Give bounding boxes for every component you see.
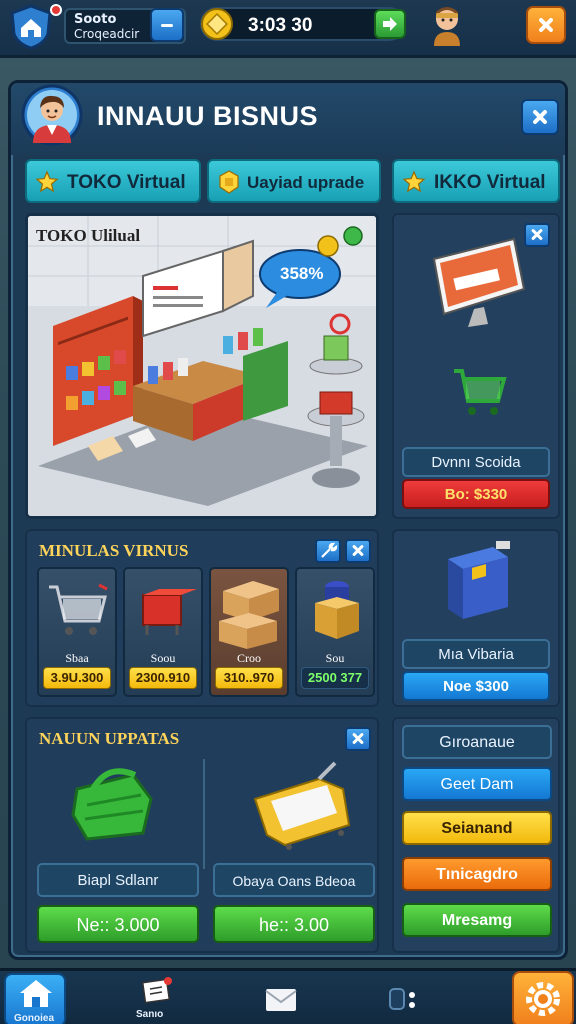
upgrades-section: NAUUN UPPATAS Biapl Sdlanr Ne:: 3.000 Ob… — [25, 717, 379, 953]
upgrade-right-label: Obaya Oans Bdeoa — [213, 863, 375, 897]
star-icon — [35, 170, 59, 193]
card2-label: Mıa Vibaria — [402, 639, 550, 669]
money-bar: 3:03 30 — [200, 7, 406, 41]
wrench-icon — [321, 542, 338, 558]
tab-label: Uayiad uprade — [247, 173, 365, 192]
action-button-4[interactable]: Tınicagdro — [402, 857, 552, 891]
tab-label: IKKO Virtual — [434, 172, 546, 193]
silver-cart-icon — [49, 583, 108, 635]
action-button-3[interactable]: Seianand — [402, 811, 552, 845]
item-price: 3.9U.300 — [43, 667, 111, 689]
tab-ikko-virtual[interactable]: IKKO Virtual — [392, 159, 560, 203]
item-card-boxes[interactable]: Croo 310..970 — [209, 567, 289, 697]
panel-header: INNAUU BISNUS — [11, 83, 565, 155]
green-basket-icon — [71, 768, 153, 841]
item-price: 310..970 — [215, 667, 283, 689]
coin-icon — [201, 8, 233, 40]
tools-button[interactable] — [315, 539, 341, 563]
store-sign-icon — [142, 977, 172, 1004]
tab-upgrade[interactable]: Uayiad uprade — [207, 159, 381, 203]
item-name: Sou — [325, 651, 345, 665]
arrow-icon — [383, 17, 397, 31]
nav-store-button[interactable]: Sanıo — [130, 975, 184, 1024]
store-info-line1: Sooto — [74, 12, 117, 27]
card1-label: Dvnnı Scoida — [402, 447, 550, 477]
money-amount: 3:03 30 — [248, 15, 313, 36]
character-avatar-icon[interactable] — [428, 4, 466, 46]
upgrade-left-label: Biapl Sdlanr — [37, 863, 199, 897]
canister-box-icon — [315, 581, 359, 639]
upgrade-right-buy-button[interactable]: he:: 3.00 — [213, 905, 375, 943]
minulas-title: MINULAS VIRNUS — [39, 541, 189, 560]
action-buttons-card: Gıroanaue Geet Dam Seianand Tınicagdro M… — [392, 717, 560, 953]
upgrades-title: NAUUN UPPATAS — [39, 729, 180, 748]
notification-dot — [50, 4, 62, 16]
home-icon — [20, 980, 52, 1007]
item-price: 2300.910 — [129, 667, 197, 689]
top-status-bar: Sooto Croqeadcir 3:03 30 — [0, 0, 576, 58]
product-card-monitor[interactable]: Dvnnı Scoida Bo: $330 — [392, 213, 560, 519]
top-close-button[interactable] — [526, 6, 566, 44]
upgrades-close-button[interactable] — [345, 727, 371, 751]
growth-bubble-text: 358% — [280, 264, 324, 283]
item-name: Sbaa — [65, 651, 89, 665]
shopping-cart-icon — [454, 369, 507, 415]
nav-home-label: Gonoiea — [14, 1013, 55, 1024]
item-price: 2500 377 — [301, 667, 369, 689]
item-card-basket[interactable]: Soou 2300.910 — [123, 567, 203, 697]
yellow-cart-icon — [253, 761, 351, 850]
minulas-close-button[interactable] — [345, 539, 371, 563]
action-button-2[interactable]: Geet Dam — [402, 767, 552, 801]
chat-icon[interactable] — [388, 985, 420, 1015]
action-button-5[interactable]: Mresamg — [402, 903, 552, 937]
red-basket-icon — [142, 589, 197, 635]
manager-avatar-icon — [21, 84, 83, 146]
vending-machine-icon — [448, 541, 510, 619]
minulas-section: MINULAS VIRNUS Sbaa 3.9U.300 Soou 2300.9… — [25, 529, 379, 707]
settings-gear-icon — [526, 982, 560, 1016]
add-money-button[interactable] — [374, 9, 406, 39]
store-illustration — [28, 216, 376, 516]
action-button-1[interactable]: Gıroanaue — [402, 725, 552, 759]
item-card-canister[interactable]: Sou 2500 377 — [295, 567, 375, 697]
panel-close-button[interactable] — [521, 99, 559, 135]
nav-store-label: Sanıo — [136, 1009, 164, 1020]
minimize-button[interactable] — [150, 8, 184, 42]
store-name: TOKO Ulilual — [36, 226, 141, 245]
item-name: Soou — [150, 651, 176, 665]
panel-title: INNAUU BISNUS — [97, 101, 319, 131]
monitor-display-icon — [432, 237, 526, 327]
item-card-cart[interactable]: Sbaa 3.9U.300 — [37, 567, 117, 697]
mail-icon[interactable] — [264, 987, 298, 1013]
store-preview[interactable]: TOKO Ulilual 358% — [25, 213, 379, 519]
nav-home-button[interactable]: Gonoiea — [4, 973, 66, 1024]
cardboard-boxes-icon — [219, 581, 279, 649]
bottom-navigation: Gonoiea Sanıo — [0, 968, 576, 1024]
item-name: Croo — [237, 651, 261, 665]
store-info-line2: Croqeadcir — [74, 27, 140, 41]
card2-price-button[interactable]: Noe $300 — [402, 671, 550, 701]
upgrade-divider — [203, 759, 205, 869]
upgrade-badge-icon — [219, 170, 239, 194]
tab-label: TOKO Virtual — [67, 172, 186, 193]
upgrade-left-buy-button[interactable]: Ne:: 3.000 — [37, 905, 199, 943]
tab-toko-virtual[interactable]: TOKO Virtual — [25, 159, 201, 203]
nav-settings-button[interactable] — [512, 971, 574, 1024]
home-shield-icon[interactable] — [8, 4, 54, 50]
product-card-vending[interactable]: Mıa Vibaria Noe $300 — [392, 529, 560, 707]
card1-price-button[interactable]: Bo: $330 — [402, 479, 550, 509]
star-icon — [402, 170, 426, 193]
business-panel: INNAUU BISNUS TOKO Virtual Uayiad uprade… — [8, 80, 568, 960]
